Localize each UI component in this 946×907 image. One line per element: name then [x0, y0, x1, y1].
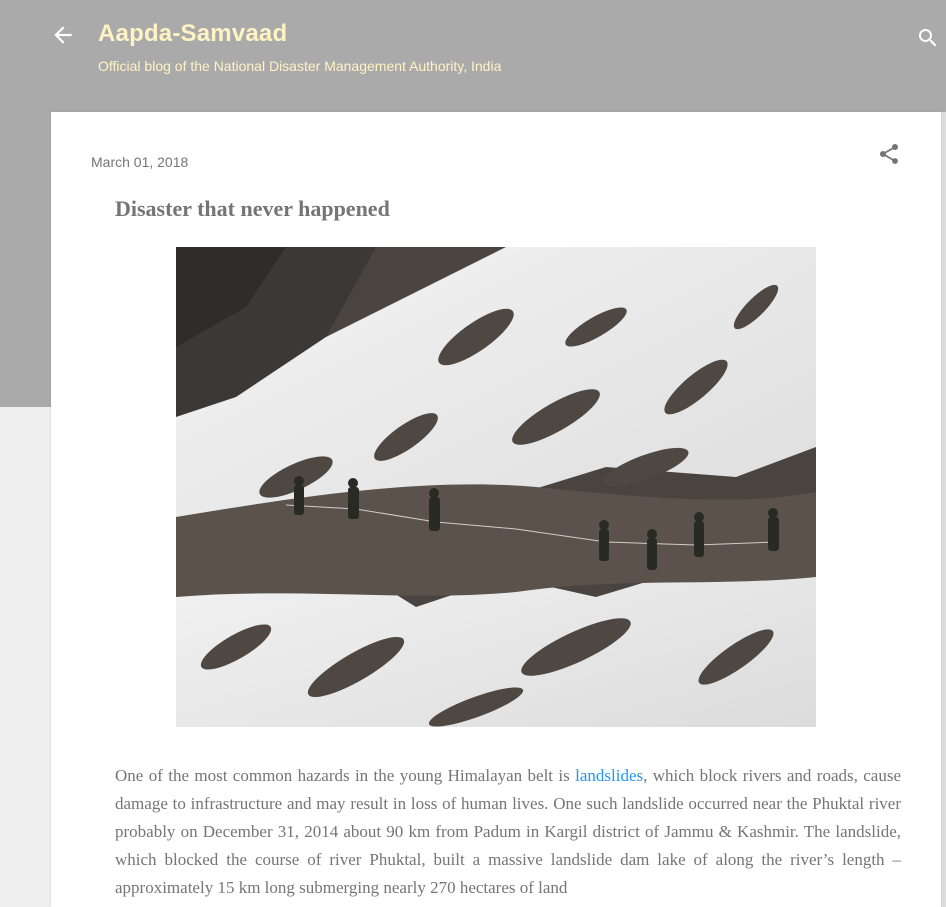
share-icon — [880, 143, 899, 164]
arrow-left-icon — [54, 26, 72, 44]
post-card: March 01, 2018 Disaster that never happe… — [51, 112, 941, 907]
post-title: Disaster that never happened — [115, 196, 390, 221]
search-button[interactable] — [916, 26, 940, 50]
blog-title[interactable]: Aapda-Samvaad — [98, 20, 287, 48]
post-image[interactable] — [176, 247, 816, 727]
post-body-text: One of the most common hazards in the yo… — [115, 762, 901, 902]
landslides-link[interactable]: landslides — [575, 766, 643, 785]
body-text-start: One of the most common hazards in the yo… — [115, 766, 576, 785]
blog-subtitle: Official blog of the National Disaster M… — [98, 58, 502, 74]
search-icon — [919, 29, 937, 47]
back-button[interactable] — [50, 22, 76, 48]
body-text-rest: , which block rivers and roads, cause da… — [115, 766, 902, 897]
scrollbar-track[interactable] — [941, 112, 946, 907]
share-button[interactable] — [877, 142, 901, 166]
mountain-photo — [176, 247, 816, 727]
post-date[interactable]: March 01, 2018 — [91, 154, 188, 170]
